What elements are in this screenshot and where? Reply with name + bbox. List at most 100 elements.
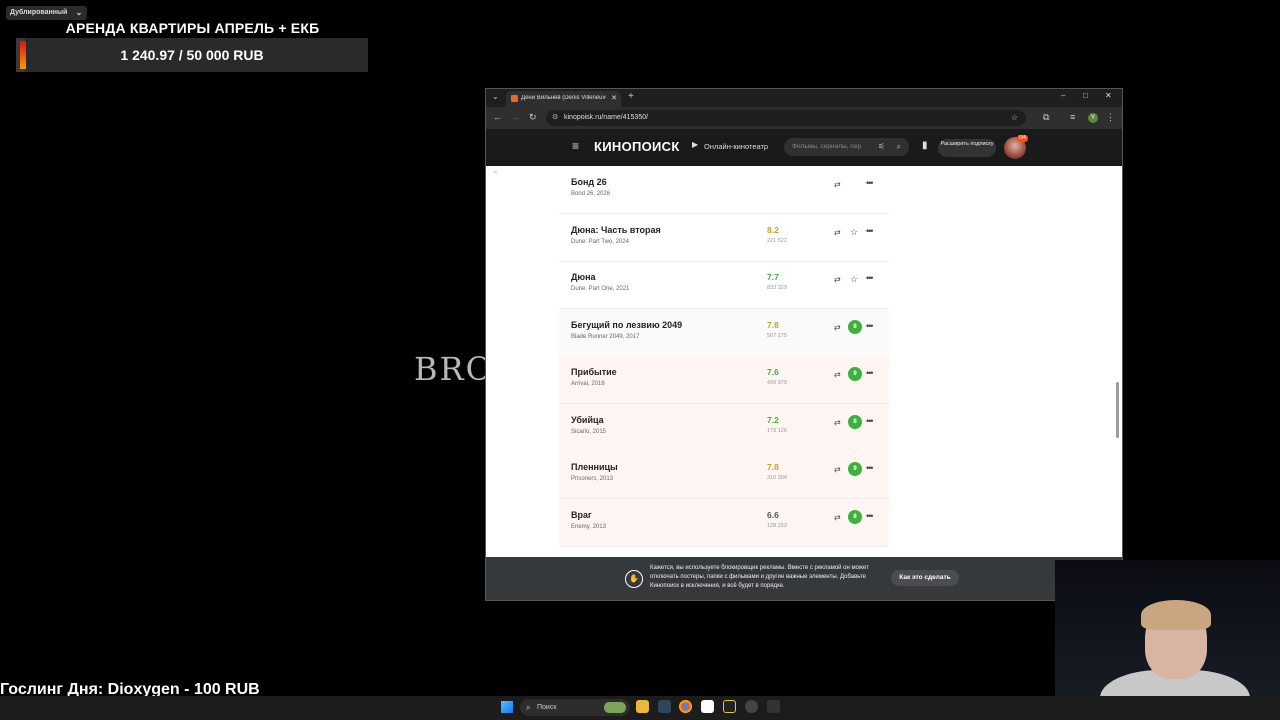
film-title[interactable]: Дюна: Часть вторая [571, 225, 661, 235]
reload-icon[interactable]: ↻ [529, 112, 537, 123]
taskbar-search-label: Поиск [537, 704, 557, 711]
filter-icon[interactable]: ⚟ [878, 138, 885, 156]
film-subtitle: Blade Runner 2049, 2017 [571, 333, 640, 340]
user-grade-badge[interactable]: 9 [848, 462, 862, 476]
hamburger-menu-icon[interactable]: ≡ [572, 139, 579, 153]
more-options-icon[interactable]: ••• [866, 368, 874, 378]
watch-later-icon[interactable]: ⇄ [834, 370, 841, 379]
media-controls-icon[interactable]: ≡ [1070, 112, 1075, 122]
film-row[interactable]: Прибытие Arrival, 2016 7.6 439 979 ⇄ 9 ••• [559, 356, 889, 404]
film-row[interactable]: Дюна Dune: Part One, 2021 7.7 833 329 ⇄ ☆ ••• [559, 261, 889, 309]
url-field[interactable]: ⚙ kinopoisk.ru/name/415350/ ☆ [546, 110, 1026, 126]
more-options-icon[interactable]: ••• [866, 463, 874, 473]
film-subtitle: Bond 26, 2026 [571, 191, 611, 197]
game-icon[interactable] [723, 700, 736, 713]
watch-later-icon[interactable]: ⇄ [834, 228, 841, 237]
tab-title: Дени Вильнёв (Denis Villeneuve) [521, 95, 606, 101]
watch-later-icon[interactable]: ⇄ [834, 180, 841, 189]
taskbar-search[interactable]: ⌕ Поиск [520, 699, 630, 716]
film-row[interactable]: Враг Enemy, 2013 6.6 128 253 ⇄ 8 ••• [559, 498, 889, 547]
film-title[interactable]: Прибытие [571, 367, 617, 377]
close-tab-icon[interactable]: ✕ [611, 94, 617, 102]
browser-menu-icon[interactable]: ⋮ [1106, 112, 1115, 123]
film-title[interactable]: Пленницы [571, 462, 618, 472]
film-title[interactable]: Бегущий по лезвию 2049 [571, 320, 682, 330]
film-subtitle: Dune: Part One, 2021 [571, 286, 630, 292]
watch-later-icon[interactable]: ⇄ [834, 275, 841, 284]
app-icon-2[interactable] [767, 700, 780, 713]
more-options-icon[interactable]: ••• [866, 321, 874, 331]
file-explorer-icon[interactable] [636, 700, 649, 713]
bookmark-star-icon[interactable]: ☆ [1011, 110, 1018, 126]
more-options-icon[interactable]: ••• [866, 273, 874, 283]
back-icon[interactable]: ← [493, 112, 502, 122]
film-votes: 833 329 [767, 285, 787, 291]
avatar-badge: 0/4 [1017, 135, 1028, 142]
more-options-icon[interactable]: ••• [866, 178, 874, 188]
watch-later-icon[interactable]: ⇄ [834, 418, 841, 427]
forward-icon[interactable]: → [511, 112, 520, 122]
obs-icon[interactable] [745, 700, 758, 713]
adblock-notice: ✋ Кажется, вы используете блокировщик ре… [486, 557, 1122, 600]
film-title[interactable]: Убийца [571, 415, 604, 425]
profile-icon[interactable]: Y [1088, 113, 1098, 123]
scrollbar[interactable] [1116, 382, 1119, 438]
tab-list-icon[interactable]: ⌄ [492, 92, 499, 101]
kinopoisk-header: ≡ КИНОПОИСК ▶ Онлайн-кинотеатр Фильмы, с… [486, 129, 1122, 166]
audio-track-selector[interactable]: Дублированный ⌄ [6, 6, 88, 20]
user-grade-badge[interactable]: 9 [848, 367, 862, 381]
background-video-text: BRO [414, 350, 494, 388]
film-rating: 7.2 [767, 414, 779, 425]
search-placeholder: Фильмы, сериалы, пер [792, 143, 862, 150]
close-window-icon[interactable]: ✕ [1105, 91, 1112, 100]
film-title[interactable]: Враг [571, 510, 592, 520]
subscribe-button[interactable]: Расширить подписку [938, 139, 996, 157]
film-row[interactable]: Убийца Sicario, 2015 7.2 179 126 ⇄ 8 ••• [559, 403, 889, 452]
film-title[interactable]: Бонд 26 [571, 177, 607, 187]
film-row[interactable]: Бонд 26 Bond 26, 2026 ⇄ ••• [559, 166, 889, 214]
more-options-icon[interactable]: ••• [866, 416, 874, 426]
film-row[interactable]: Дюна: Часть вторая Dune: Part Two, 2024 8.… [559, 214, 889, 262]
bookmarks-icon[interactable]: ▮ [922, 140, 928, 151]
film-subtitle: Enemy, 2013 [571, 523, 606, 530]
minimize-icon[interactable]: – [1061, 91, 1065, 100]
chevron-up-icon[interactable]: ⌃ [492, 170, 499, 179]
hand-stop-icon: ✋ [625, 570, 643, 588]
film-subtitle: Arrival, 2016 [571, 381, 605, 387]
online-cinema-link[interactable]: Онлайн-кинотеатр [704, 142, 768, 151]
rate-star-icon[interactable]: ☆ [850, 274, 858, 285]
film-subtitle: Dune: Part Two, 2024 [571, 238, 629, 245]
search-input[interactable]: Фильмы, сериалы, пер ⚟ ⌕ [784, 138, 909, 156]
film-row[interactable]: Бегущий по лезвию 2049 Blade Runner 2049,… [559, 308, 889, 357]
how-to-button[interactable]: Как это сделать [891, 570, 959, 586]
new-tab-icon[interactable]: + [628, 91, 634, 102]
more-options-icon[interactable]: ••• [866, 226, 874, 236]
search-icon[interactable]: ⌕ [897, 138, 901, 156]
site-info-icon[interactable]: ⚙ [552, 110, 558, 126]
watch-later-icon[interactable]: ⇄ [834, 323, 841, 332]
film-rating: 7.7 [767, 272, 779, 282]
audio-track-label: Дублированный [10, 9, 68, 16]
address-bar-row: ← → ↻ ⚙ kinopoisk.ru/name/415350/ ☆ ⧉ ≡ … [486, 107, 1122, 129]
steam-icon[interactable] [658, 700, 671, 713]
kinopoisk-logo[interactable]: КИНОПОИСК [594, 139, 680, 154]
app-icon[interactable] [701, 700, 714, 713]
watch-later-icon[interactable]: ⇄ [834, 465, 841, 474]
user-grade-badge[interactable]: 8 [848, 509, 862, 524]
film-votes: 316 304 [767, 475, 787, 481]
film-votes: 179 126 [767, 427, 787, 434]
maximize-icon[interactable]: □ [1083, 91, 1088, 100]
more-options-icon[interactable]: ••• [866, 511, 874, 521]
film-title[interactable]: Дюна [571, 272, 596, 282]
extensions-icon[interactable]: ⧉ [1043, 112, 1049, 123]
watch-later-icon[interactable]: ⇄ [834, 513, 841, 522]
user-grade-badge[interactable]: 8 [848, 414, 862, 429]
goal-progress-text: 1 240.97 / 50 000 RUB [120, 47, 264, 63]
browser-tab[interactable]: Дени Вильнёв (Denis Villeneuve) ✕ [506, 91, 621, 107]
windows-start-icon[interactable] [501, 701, 513, 713]
rate-star-icon[interactable]: ☆ [850, 227, 858, 238]
film-row[interactable]: Пленницы Prisoners, 2013 7.8 316 304 ⇄ 9 ••• [559, 451, 889, 499]
taskbar: ⌕ Поиск [0, 696, 1280, 720]
user-grade-badge[interactable]: 8 [848, 319, 862, 334]
chrome-icon[interactable] [679, 700, 692, 713]
